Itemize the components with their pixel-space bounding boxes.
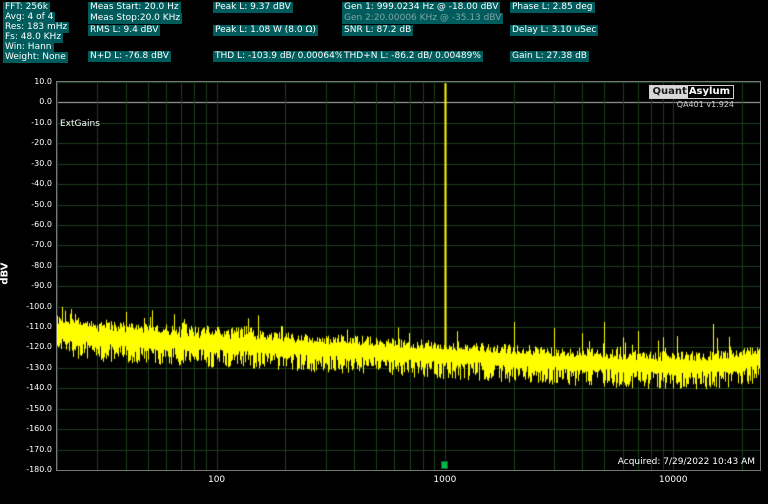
y-axis-tick: -80.0: [8, 262, 52, 270]
qa401-analyzer-window: FFT: 256kAvg: 4 of 4Res: 183 mHzFs: 48.0…: [0, 0, 768, 504]
readout-nd-l[interactable]: N+D L: -76.8 dBV: [88, 51, 171, 62]
header-column-generators: Gen 1: 999.0234 Hz @ -18.00 dBVGen 2:20.…: [342, 0, 344, 72]
readout-rms-l[interactable]: RMS L: 9.4 dBV: [88, 25, 160, 36]
y-axis-tick: -140.0: [8, 384, 52, 392]
header-column-peak-thd: Peak L: 9.37 dBVPeak L: 1.08 W (8.0 Ω)TH…: [213, 0, 215, 72]
y-axis-tick: -110.0: [8, 323, 52, 331]
y-axis-tick: -160.0: [8, 425, 52, 433]
app-version-label: QA401 v1.924: [677, 100, 734, 109]
readout-gen2[interactable]: Gen 2:20.00006 KHz @ -35.13 dBV: [342, 13, 503, 24]
x-axis-tick: 10000: [659, 475, 688, 485]
readout-delay-l[interactable]: Delay L: 3.10 uSec: [510, 25, 598, 36]
x-axis-tick: 100: [208, 475, 225, 485]
y-axis-tick: -170.0: [8, 446, 52, 454]
readout-snr-l[interactable]: SNR L: 87.2 dB: [342, 25, 413, 36]
logo-quant-text: Quant: [650, 86, 688, 98]
y-axis-tick: -90.0: [8, 282, 52, 290]
ext-gains-label: ExtGains: [60, 119, 100, 129]
y-axis-tick: 10.0: [8, 78, 52, 86]
logo-asylum-text: Asylum: [688, 86, 733, 98]
readout-thd-l[interactable]: THD L: -103.9 dB/ 0.00064%: [213, 51, 345, 62]
x-axis-tick: 1000: [433, 475, 456, 485]
header-column-acquisition: FFT: 256kAvg: 4 of 4Res: 183 mHzFs: 48.0…: [3, 0, 5, 72]
measurement-readout-header: FFT: 256kAvg: 4 of 4Res: 183 mHzFs: 48.0…: [0, 0, 768, 80]
generator-frequency-marker[interactable]: [441, 461, 448, 469]
y-axis-tick: -20.0: [8, 139, 52, 147]
y-axis-tick: -50.0: [8, 201, 52, 209]
readout-meas-stop[interactable]: Meas Stop:20.0 KHz: [88, 13, 182, 24]
y-axis-tick: -150.0: [8, 405, 52, 413]
readout-gain-l[interactable]: Gain L: 27.38 dB: [510, 51, 589, 62]
readout-gen1[interactable]: Gen 1: 999.0234 Hz @ -18.00 dBV: [342, 2, 500, 13]
quantasylum-logo: Quant Asylum: [649, 85, 734, 99]
acquired-timestamp: Acquired: 7/29/2022 10:43 AM: [618, 457, 755, 467]
y-axis-tick: -60.0: [8, 221, 52, 229]
y-axis-tick: -10.0: [8, 119, 52, 127]
y-axis-tick: -120.0: [8, 343, 52, 351]
readout-peak-l-dbv[interactable]: Peak L: 9.37 dBV: [213, 2, 293, 13]
y-axis-tick: 0.0: [8, 98, 52, 106]
y-axis-tick: -180.0: [8, 466, 52, 474]
header-column-phase-gain: Phase L: 2.85 degDelay L: 3.10 uSecGain …: [510, 0, 512, 72]
readout-meas-start[interactable]: Meas Start: 20.0 Hz: [88, 2, 181, 13]
readout-weight[interactable]: Weight: None: [3, 52, 68, 63]
y-axis-tick: -40.0: [8, 180, 52, 188]
spectrum-canvas[interactable]: [57, 82, 760, 470]
readout-phase-l[interactable]: Phase L: 2.85 deg: [510, 2, 595, 13]
y-axis-tick: -100.0: [8, 303, 52, 311]
header-column-measurement: Meas Start: 20.0 HzMeas Stop:20.0 KHzRMS…: [88, 0, 90, 72]
y-axis-tick: -30.0: [8, 160, 52, 168]
readout-peak-l-w[interactable]: Peak L: 1.08 W (8.0 Ω): [213, 25, 318, 36]
readout-thdn-l[interactable]: THD+N L: -86.2 dB/ 0.00489%: [342, 51, 483, 62]
y-axis-tick: -70.0: [8, 241, 52, 249]
y-axis-tick: -130.0: [8, 364, 52, 372]
